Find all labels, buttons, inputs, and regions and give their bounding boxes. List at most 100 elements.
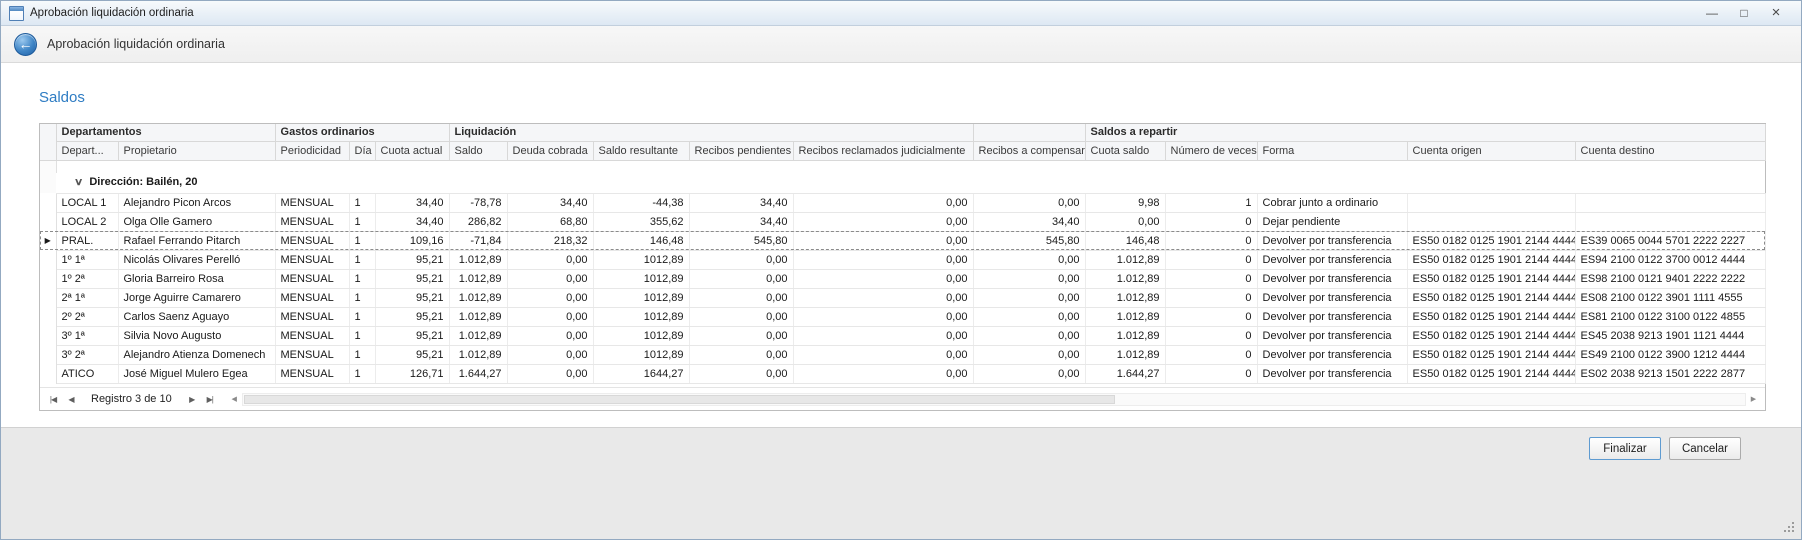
cell-periodicidad[interactable]: MENSUAL: [275, 193, 349, 212]
cell-recibos_compensar[interactable]: 545,80: [973, 231, 1085, 250]
cell-depart[interactable]: 3º 1ª: [56, 326, 118, 345]
scroll-left-icon[interactable]: ◀: [227, 395, 242, 403]
table-row[interactable]: ▶PRAL.Rafael Ferrando PitarchMENSUAL1109…: [40, 231, 1765, 250]
cell-deuda_cobrada[interactable]: 0,00: [507, 345, 593, 364]
cell-num_veces[interactable]: 1: [1165, 193, 1257, 212]
cell-propietario[interactable]: Alejandro Picon Arcos: [118, 193, 275, 212]
cell-saldo[interactable]: 1.644,27: [449, 364, 507, 383]
cell-recibos_compensar[interactable]: 0,00: [973, 250, 1085, 269]
cell-dia[interactable]: 1: [349, 193, 375, 212]
first-record-button[interactable]: |◀: [44, 395, 62, 404]
column-header-propietario[interactable]: Propietario: [118, 141, 275, 160]
cell-depart[interactable]: 2ª 1ª: [56, 288, 118, 307]
cell-cuota_saldo[interactable]: 1.012,89: [1085, 269, 1165, 288]
cell-cuota_saldo[interactable]: 9,98: [1085, 193, 1165, 212]
cell-dia[interactable]: 1: [349, 250, 375, 269]
column-header-dia[interactable]: Día: [349, 141, 375, 160]
cell-propietario[interactable]: Rafael Ferrando Pitarch: [118, 231, 275, 250]
collapse-group-icon[interactable]: ∨: [74, 174, 84, 192]
cell-deuda_cobrada[interactable]: 34,40: [507, 193, 593, 212]
cell-recibos_reclamados[interactable]: 0,00: [793, 364, 973, 383]
column-header-periodicidad[interactable]: Periodicidad: [275, 141, 349, 160]
column-header-cuota_actual[interactable]: Cuota actual: [375, 141, 449, 160]
cell-recibos_pendientes[interactable]: 0,00: [689, 326, 793, 345]
table-row[interactable]: 2ª 1ªJorge Aguirre CamareroMENSUAL195,21…: [40, 288, 1765, 307]
cell-dia[interactable]: 1: [349, 345, 375, 364]
table-row[interactable]: 1º 2ªGloria Barreiro RosaMENSUAL195,211.…: [40, 269, 1765, 288]
cell-recibos_pendientes[interactable]: 0,00: [689, 345, 793, 364]
cell-forma[interactable]: Devolver por transferencia: [1257, 269, 1407, 288]
cell-propietario[interactable]: Gloria Barreiro Rosa: [118, 269, 275, 288]
scroll-right-icon[interactable]: ▶: [1746, 395, 1761, 403]
cell-saldo[interactable]: -71,84: [449, 231, 507, 250]
column-header-cuota_saldo[interactable]: Cuota saldo: [1085, 141, 1165, 160]
table-row[interactable]: LOCAL 2Olga Olle GameroMENSUAL134,40286,…: [40, 212, 1765, 231]
cell-depart[interactable]: LOCAL 1: [56, 193, 118, 212]
column-header-recibos_reclamados[interactable]: Recibos reclamados judicialmente: [793, 141, 973, 160]
cell-cuenta_origen[interactable]: ES50 0182 0125 1901 2144 4444: [1407, 250, 1575, 269]
cell-propietario[interactable]: José Miguel Mulero Egea: [118, 364, 275, 383]
cell-num_veces[interactable]: 0: [1165, 326, 1257, 345]
minimize-icon[interactable]: —: [1705, 7, 1719, 19]
cell-saldo_resultante[interactable]: 1012,89: [593, 345, 689, 364]
cell-deuda_cobrada[interactable]: 0,00: [507, 269, 593, 288]
cell-recibos_compensar[interactable]: 34,40: [973, 212, 1085, 231]
group-row[interactable]: ∨Dirección: Bailén, 20: [40, 173, 1765, 193]
cell-cuenta_destino[interactable]: ES49 2100 0122 3900 1212 4444: [1575, 345, 1765, 364]
cell-cuota_actual[interactable]: 95,21: [375, 307, 449, 326]
cell-cuota_actual[interactable]: 109,16: [375, 231, 449, 250]
cell-recibos_reclamados[interactable]: 0,00: [793, 212, 973, 231]
cell-cuenta_origen[interactable]: ES50 0182 0125 1901 2144 4444: [1407, 231, 1575, 250]
back-button[interactable]: ←: [14, 33, 37, 56]
cell-cuenta_destino[interactable]: ES45 2038 9213 1901 1121 4444: [1575, 326, 1765, 345]
last-record-button[interactable]: ▶|: [201, 395, 219, 404]
cell-cuenta_destino[interactable]: ES98 2100 0121 9401 2222 2222: [1575, 269, 1765, 288]
cell-cuenta_destino[interactable]: ES08 2100 0122 3901 1111 4555: [1575, 288, 1765, 307]
next-record-button[interactable]: ▶: [183, 395, 201, 404]
column-header-recibos_compensar[interactable]: Recibos a compensar: [973, 141, 1085, 160]
cell-dia[interactable]: 1: [349, 288, 375, 307]
cell-cuota_actual[interactable]: 95,21: [375, 269, 449, 288]
cell-num_veces[interactable]: 0: [1165, 231, 1257, 250]
table-row[interactable]: 3º 1ªSilvia Novo AugustoMENSUAL195,211.0…: [40, 326, 1765, 345]
cell-cuota_saldo[interactable]: 1.644,27: [1085, 364, 1165, 383]
cell-recibos_pendientes[interactable]: 0,00: [689, 307, 793, 326]
horizontal-scrollbar[interactable]: ◀ ▶: [227, 391, 1761, 408]
cell-num_veces[interactable]: 0: [1165, 288, 1257, 307]
cell-cuenta_destino[interactable]: [1575, 212, 1765, 231]
column-header-forma[interactable]: Forma: [1257, 141, 1407, 160]
cell-cuenta_origen[interactable]: ES50 0182 0125 1901 2144 4444: [1407, 288, 1575, 307]
cell-dia[interactable]: 1: [349, 231, 375, 250]
cell-saldo[interactable]: -78,78: [449, 193, 507, 212]
cell-forma[interactable]: Devolver por transferencia: [1257, 231, 1407, 250]
cell-recibos_reclamados[interactable]: 0,00: [793, 193, 973, 212]
cell-cuenta_origen[interactable]: ES50 0182 0125 1901 2144 4444: [1407, 345, 1575, 364]
cell-num_veces[interactable]: 0: [1165, 345, 1257, 364]
finalizar-button[interactable]: Finalizar: [1589, 437, 1661, 460]
table-row[interactable]: ATICOJosé Miguel Mulero EgeaMENSUAL1126,…: [40, 364, 1765, 383]
cell-depart[interactable]: 2º 2ª: [56, 307, 118, 326]
cell-saldo_resultante[interactable]: 1012,89: [593, 307, 689, 326]
cell-saldo[interactable]: 1.012,89: [449, 269, 507, 288]
cell-cuota_actual[interactable]: 95,21: [375, 288, 449, 307]
cell-saldo_resultante[interactable]: 1012,89: [593, 288, 689, 307]
cell-recibos_compensar[interactable]: 0,00: [973, 364, 1085, 383]
cell-propietario[interactable]: Silvia Novo Augusto: [118, 326, 275, 345]
cell-deuda_cobrada[interactable]: 0,00: [507, 326, 593, 345]
cell-saldo[interactable]: 1.012,89: [449, 307, 507, 326]
cell-recibos_reclamados[interactable]: 0,00: [793, 307, 973, 326]
cell-cuenta_destino[interactable]: ES02 2038 9213 1501 2222 2877: [1575, 364, 1765, 383]
column-header-saldo_resultante[interactable]: Saldo resultante: [593, 141, 689, 160]
cell-recibos_compensar[interactable]: 0,00: [973, 345, 1085, 364]
cell-periodicidad[interactable]: MENSUAL: [275, 326, 349, 345]
cell-saldo[interactable]: 1.012,89: [449, 345, 507, 364]
resize-grip-icon[interactable]: [1792, 530, 1794, 532]
cell-cuota_saldo[interactable]: 1.012,89: [1085, 307, 1165, 326]
cell-periodicidad[interactable]: MENSUAL: [275, 345, 349, 364]
cell-recibos_pendientes[interactable]: 34,40: [689, 212, 793, 231]
cancelar-button[interactable]: Cancelar: [1669, 437, 1741, 460]
column-header-saldo[interactable]: Saldo: [449, 141, 507, 160]
cell-saldo_resultante[interactable]: 1012,89: [593, 250, 689, 269]
cell-forma[interactable]: Devolver por transferencia: [1257, 288, 1407, 307]
cell-depart[interactable]: PRAL.: [56, 231, 118, 250]
